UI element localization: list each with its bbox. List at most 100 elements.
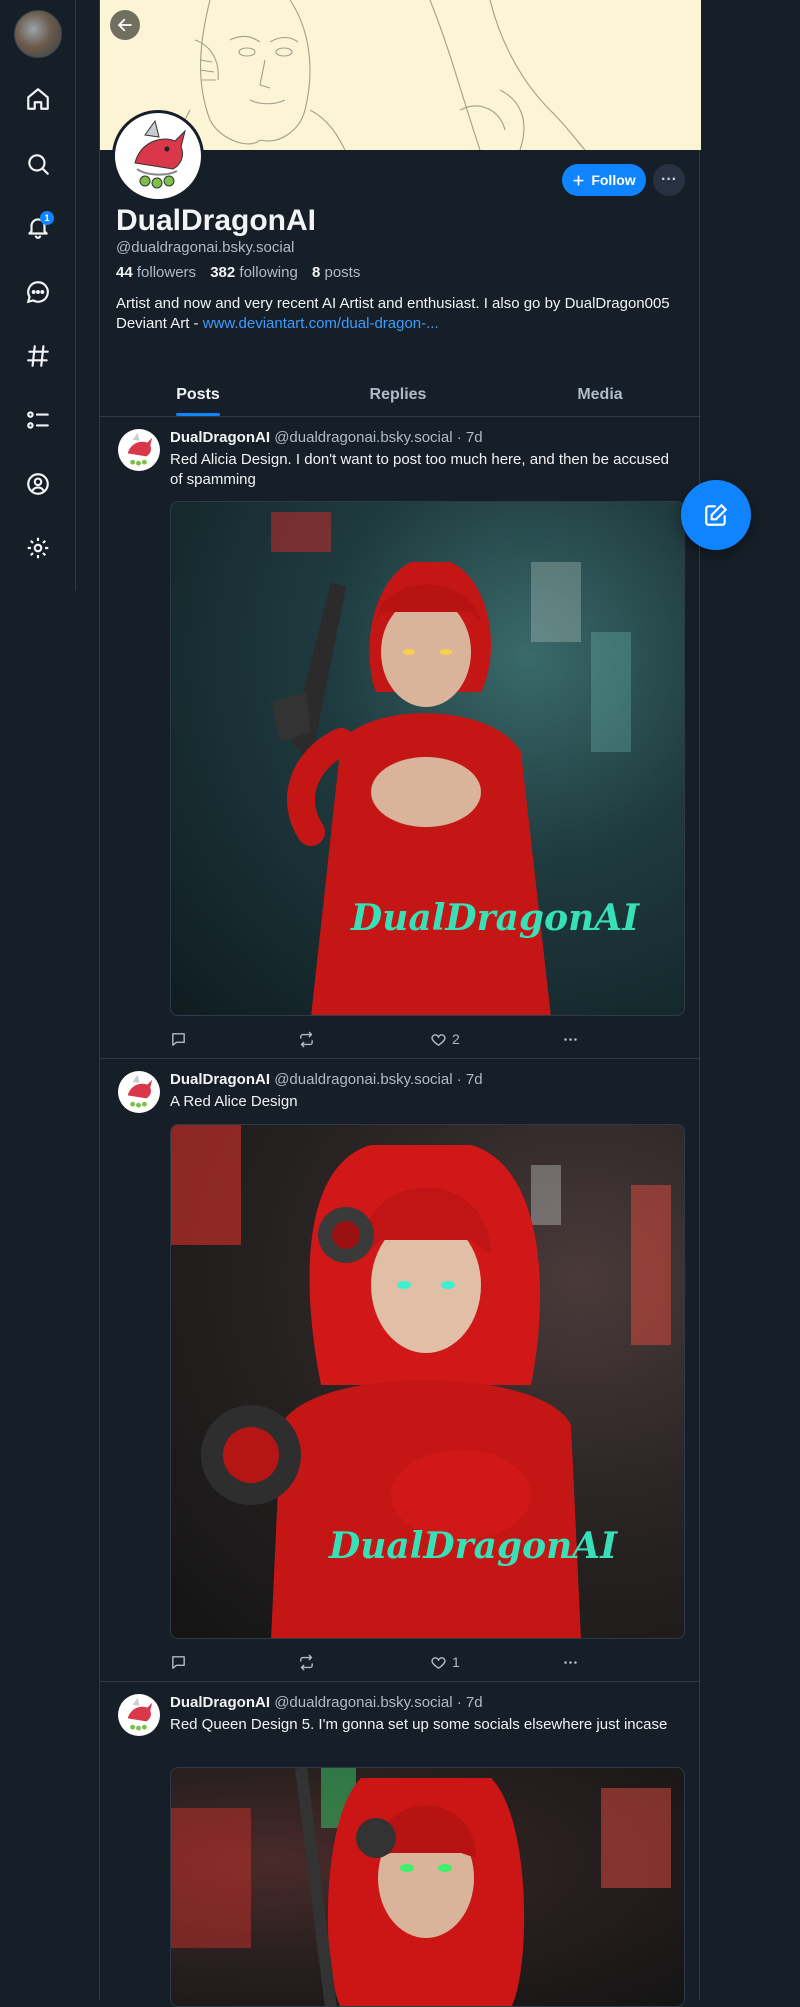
post-timestamp[interactable]: · 7d xyxy=(457,1694,483,1711)
bio-link[interactable]: www.deviantart.com/dual-dragon-... xyxy=(203,315,439,332)
tab-replies[interactable]: Replies xyxy=(358,372,438,417)
post-author-name[interactable]: DualDragonAI xyxy=(170,1694,270,1711)
dragon-avatar-art xyxy=(127,1074,153,1108)
post-author-name[interactable]: DualDragonAI xyxy=(170,1071,270,1088)
post-author-avatar[interactable] xyxy=(118,429,160,471)
post-actions: 2 xyxy=(170,1028,600,1050)
feed-post[interactable]: DualDragonAI @dualdragonai.bsky.social ·… xyxy=(100,1682,701,2007)
reply-button[interactable] xyxy=(170,1028,187,1050)
bio-prefix: Deviant Art - xyxy=(116,315,203,332)
post-header: DualDragonAI @dualdragonai.bsky.social ·… xyxy=(170,429,483,446)
back-button[interactable] xyxy=(110,10,140,40)
post-image[interactable] xyxy=(170,1767,685,2007)
following-link[interactable]: 382 following xyxy=(210,264,298,281)
post-timestamp[interactable]: · 7d xyxy=(457,1071,483,1088)
following-count: 382 xyxy=(210,264,236,281)
posts-stat: 8 posts xyxy=(312,264,360,281)
tab-posts[interactable]: Posts xyxy=(158,372,238,417)
post-author-avatar[interactable] xyxy=(118,1071,160,1113)
user-circle-icon xyxy=(27,473,49,495)
posts-label: posts xyxy=(324,264,361,281)
post-text: A Red Alice Design xyxy=(170,1093,298,1110)
followers-link[interactable]: 44 followers xyxy=(116,264,196,281)
list-icon xyxy=(27,411,49,429)
search-icon xyxy=(28,154,49,175)
followers-count: 44 xyxy=(116,264,133,281)
post-author-handle[interactable]: @dualdragonai.bsky.social xyxy=(274,1071,452,1088)
profile-column: Follow ··· DualDragonAI @dualdragonai.bs… xyxy=(99,0,701,2007)
post-text: Red Alicia Design. I don't want to post … xyxy=(170,451,670,488)
search-nav-button[interactable] xyxy=(20,146,56,182)
bio-text: Artist and now and very recent AI Artist… xyxy=(116,295,670,312)
profile-bio: Artist and now and very recent AI Artist… xyxy=(116,294,676,334)
ellipsis-icon xyxy=(564,1660,577,1664)
current-user-avatar[interactable] xyxy=(14,10,62,58)
repost-button[interactable] xyxy=(298,1651,315,1673)
tab-media[interactable]: Media xyxy=(560,372,640,417)
profile-tabs: Posts Replies Media xyxy=(100,372,701,417)
notifications-badge: 1 xyxy=(40,211,54,225)
ellipsis-icon xyxy=(564,1037,577,1041)
settings-nav-button[interactable] xyxy=(20,530,56,566)
heart-icon xyxy=(431,1656,446,1669)
following-label: following xyxy=(239,264,298,281)
chat-icon xyxy=(26,281,49,304)
profile-avatar[interactable] xyxy=(112,110,204,202)
posts-count: 8 xyxy=(311,264,321,281)
image-watermark: DualDragonAI xyxy=(351,897,640,939)
hashtag-icon xyxy=(27,345,49,367)
home-nav-button[interactable] xyxy=(20,81,56,117)
post-actions: 1 xyxy=(170,1651,600,1673)
home-icon xyxy=(27,88,49,110)
feeds-nav-button[interactable] xyxy=(20,338,56,374)
post-more-button[interactable] xyxy=(562,1028,579,1050)
follow-label: Follow xyxy=(591,172,636,188)
like-count: 2 xyxy=(452,1031,460,1047)
like-button[interactable]: 2 xyxy=(430,1028,460,1050)
repost-icon xyxy=(300,1654,313,1670)
like-button[interactable]: 1 xyxy=(430,1651,460,1673)
heart-icon xyxy=(431,1033,446,1046)
active-tab-indicator xyxy=(176,413,220,416)
post-author-handle[interactable]: @dualdragonai.bsky.social xyxy=(274,429,452,446)
dragon-avatar-art xyxy=(127,1697,153,1731)
chat-nav-button[interactable] xyxy=(20,274,56,310)
feed-post[interactable]: DualDragonAI @dualdragonai.bsky.social ·… xyxy=(100,417,701,1059)
left-nav: 1 xyxy=(0,0,76,590)
post-more-button[interactable] xyxy=(562,1651,579,1673)
image-watermark: DualDragonAI xyxy=(329,1525,618,1567)
gear-icon xyxy=(27,537,49,559)
reply-icon xyxy=(172,1032,185,1046)
dragon-avatar-art xyxy=(127,432,153,466)
post-author-name[interactable]: DualDragonAI xyxy=(170,429,270,446)
post-image[interactable]: DualDragonAI xyxy=(170,1124,685,1639)
arrow-left-icon xyxy=(118,18,132,32)
red-android-artwork xyxy=(171,1768,671,2006)
post-timestamp[interactable]: · 7d xyxy=(457,429,483,446)
like-count: 1 xyxy=(452,1654,460,1670)
profile-nav-button[interactable] xyxy=(20,466,56,502)
followers-label: followers xyxy=(136,264,197,281)
profile-more-button[interactable]: ··· xyxy=(653,164,685,196)
plus-icon xyxy=(573,174,584,186)
notifications-nav-button[interactable]: 1 xyxy=(20,209,56,245)
repost-icon xyxy=(300,1031,313,1047)
reply-button[interactable] xyxy=(170,1651,187,1673)
post-image[interactable]: DualDragonAI xyxy=(170,501,685,1016)
post-header: DualDragonAI @dualdragonai.bsky.social ·… xyxy=(170,1071,483,1088)
profile-display-name: DualDragonAI xyxy=(116,204,317,237)
repost-button[interactable] xyxy=(298,1028,315,1050)
feed-post[interactable]: DualDragonAI @dualdragonai.bsky.social ·… xyxy=(100,1059,701,1682)
compose-button[interactable] xyxy=(681,480,751,550)
post-author-avatar[interactable] xyxy=(118,1694,160,1736)
post-header: DualDragonAI @dualdragonai.bsky.social ·… xyxy=(170,1694,483,1711)
reply-icon xyxy=(172,1655,185,1669)
post-author-handle[interactable]: @dualdragonai.bsky.social xyxy=(274,1694,452,1711)
follow-button[interactable]: Follow xyxy=(562,164,646,196)
lists-nav-button[interactable] xyxy=(20,402,56,438)
dragon-avatar-art xyxy=(134,119,186,189)
more-dots-icon: ··· xyxy=(661,171,677,188)
compose-icon xyxy=(705,504,727,526)
profile-stats: 44 followers 382 following 8 posts xyxy=(116,264,360,281)
post-text: Red Queen Design 5. I'm gonna set up som… xyxy=(170,1716,668,1733)
